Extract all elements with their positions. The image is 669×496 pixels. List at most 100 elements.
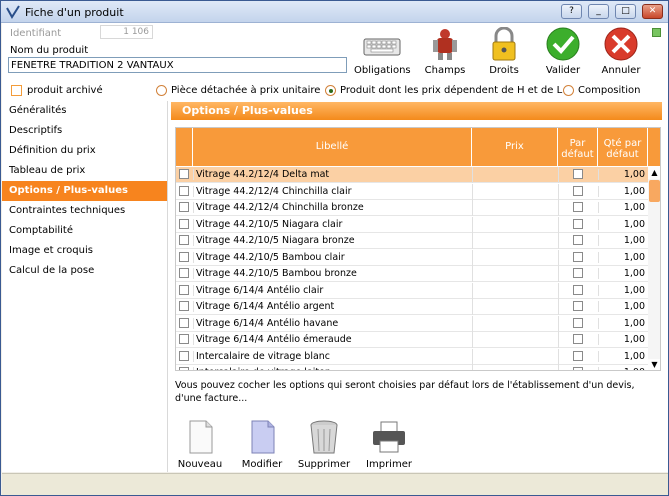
par-defaut-checkbox[interactable]	[573, 301, 583, 311]
table-row[interactable]: Vitrage 44.2/10/5 Bambou bronze 1,00	[176, 266, 648, 282]
row-prix[interactable]	[472, 348, 558, 365]
droits-button[interactable]: Droits	[476, 26, 532, 76]
par-defaut-header[interactable]: Par défaut	[558, 128, 598, 166]
row-prix[interactable]	[472, 365, 558, 370]
help-button[interactable]: ?	[561, 4, 582, 19]
radio-composition[interactable]: Composition	[563, 85, 640, 96]
table-row[interactable]: Intercalaire de vitrage laiton 1,00	[176, 365, 648, 370]
sidebar-item-definition-prix[interactable]: Définition du prix	[2, 141, 167, 161]
grid-scrollbar[interactable]: ▲ ▼	[648, 167, 660, 370]
sidebar-item-tableau-prix[interactable]: Tableau de prix	[2, 161, 167, 181]
par-defaut-checkbox[interactable]	[573, 235, 583, 245]
table-row[interactable]: Vitrage 6/14/4 Antélio argent 1,00	[176, 299, 648, 315]
row-qte[interactable]: 1,00	[598, 350, 646, 362]
par-defaut-checkbox[interactable]	[573, 169, 583, 179]
row-qte[interactable]: 1,00	[598, 235, 646, 246]
row-select-checkbox[interactable]	[179, 202, 189, 212]
table-row[interactable]: Vitrage 6/14/4 Antélio clair 1,00	[176, 282, 648, 299]
row-select-checkbox[interactable]	[179, 284, 189, 295]
par-defaut-checkbox[interactable]	[573, 268, 583, 278]
row-prix[interactable]	[472, 299, 558, 315]
row-qte[interactable]: 1,00	[598, 202, 646, 213]
table-row[interactable]: Vitrage 44.2/12/4 Chinchilla clair 1,00	[176, 183, 648, 200]
row-prix[interactable]	[472, 266, 558, 282]
row-prix[interactable]	[472, 332, 558, 348]
table-row[interactable]: Vitrage 44.2/10/5 Niagara bronze 1,00	[176, 233, 648, 249]
table-row[interactable]: Vitrage 6/14/4 Antélio émeraude 1,00	[176, 332, 648, 348]
scroll-up-icon[interactable]: ▲	[648, 167, 660, 179]
row-prix[interactable]	[472, 216, 558, 233]
row-qte[interactable]: 1,00	[598, 169, 646, 180]
par-defaut-checkbox[interactable]	[573, 367, 583, 370]
sidebar-item-descriptifs[interactable]: Descriptifs	[2, 121, 167, 141]
sidebar-item-image[interactable]: Image et croquis	[2, 241, 167, 261]
row-qte[interactable]: 1,00	[598, 284, 646, 296]
radio-prix-h-l[interactable]: Produit dont les prix dépendent de H et …	[325, 85, 562, 96]
row-prix[interactable]	[472, 200, 558, 216]
libelle-header[interactable]: Libellé	[193, 128, 472, 166]
modifier-button[interactable]: Modifier	[232, 419, 292, 470]
table-row[interactable]: Vitrage 44.2/12/4 Delta mat 1,00	[176, 167, 648, 183]
row-qte[interactable]: 1,00	[598, 268, 646, 279]
par-defaut-checkbox[interactable]	[573, 202, 583, 212]
supprimer-button[interactable]: Supprimer	[294, 419, 354, 470]
par-defaut-checkbox[interactable]	[573, 185, 583, 196]
row-select-checkbox[interactable]	[179, 268, 189, 278]
row-select-checkbox[interactable]	[179, 317, 189, 328]
nom-produit-input[interactable]	[8, 57, 347, 73]
row-select-checkbox[interactable]	[179, 301, 189, 311]
row-prix[interactable]	[472, 233, 558, 249]
qte-header[interactable]: Qté par défaut	[598, 128, 648, 166]
champs-button[interactable]: Champs	[417, 27, 473, 76]
valider-button[interactable]: Valider	[535, 27, 591, 76]
sidebar-item-contraintes[interactable]: Contraintes techniques	[2, 201, 167, 221]
nouveau-button[interactable]: Nouveau	[170, 419, 230, 470]
par-defaut-checkbox[interactable]	[573, 284, 583, 295]
table-row[interactable]: Vitrage 44.2/10/5 Bambou clair 1,00	[176, 249, 648, 266]
par-defaut-checkbox[interactable]	[573, 251, 583, 262]
obligations-button[interactable]: Obligations	[354, 27, 411, 76]
row-qte[interactable]: 1,00	[598, 301, 646, 312]
row-prix[interactable]	[472, 167, 558, 183]
row-prix[interactable]	[472, 315, 558, 332]
row-select-checkbox[interactable]	[179, 334, 189, 344]
table-row[interactable]: Intercalaire de vitrage blanc 1,00	[176, 348, 648, 365]
par-defaut-checkbox[interactable]	[573, 218, 583, 229]
row-select-checkbox[interactable]	[179, 235, 189, 245]
row-select-checkbox[interactable]	[179, 350, 189, 361]
row-qte[interactable]: 1,00	[598, 317, 646, 329]
maximize-button[interactable]: □	[615, 4, 636, 19]
row-qte[interactable]: 1,00	[598, 334, 646, 345]
row-select-checkbox[interactable]	[179, 367, 189, 370]
row-select-checkbox[interactable]	[179, 251, 189, 262]
row-select-checkbox[interactable]	[179, 218, 189, 229]
scroll-down-icon[interactable]: ▼	[648, 359, 660, 370]
sidebar-item-options[interactable]: Options / Plus-values	[2, 181, 167, 201]
close-button[interactable]: ✕	[642, 4, 663, 19]
row-qte[interactable]: 1,00	[598, 218, 646, 230]
row-prix[interactable]	[472, 183, 558, 200]
radio-piece-detachee[interactable]: Pièce détachée à prix unitaire	[156, 85, 320, 96]
sidebar-item-comptabilite[interactable]: Comptabilité	[2, 221, 167, 241]
minimize-button[interactable]: _	[588, 4, 609, 19]
sidebar-item-calcul-pose[interactable]: Calcul de la pose	[2, 261, 167, 281]
row-qte[interactable]: 1,00	[598, 185, 646, 197]
row-select-checkbox[interactable]	[179, 169, 189, 179]
row-prix[interactable]	[472, 282, 558, 299]
row-qte[interactable]: 1,00	[598, 367, 646, 370]
table-row[interactable]: Vitrage 44.2/12/4 Chinchilla bronze 1,00	[176, 200, 648, 216]
row-select-checkbox[interactable]	[179, 185, 189, 196]
produit-archive-checkbox[interactable]: produit archivé	[11, 85, 103, 96]
trash-icon[interactable]	[648, 128, 660, 166]
par-defaut-checkbox[interactable]	[573, 317, 583, 328]
prix-header[interactable]: Prix	[472, 128, 558, 166]
scroll-thumb[interactable]	[649, 180, 660, 202]
table-row[interactable]: Vitrage 6/14/4 Antélio havane 1,00	[176, 315, 648, 332]
table-row[interactable]: Vitrage 44.2/10/5 Niagara clair 1,00	[176, 216, 648, 233]
row-prix[interactable]	[472, 249, 558, 266]
sidebar-item-generalites[interactable]: Généralités	[2, 101, 167, 121]
row-qte[interactable]: 1,00	[598, 251, 646, 263]
imprimer-button[interactable]: Imprimer	[359, 419, 419, 470]
par-defaut-checkbox[interactable]	[573, 334, 583, 344]
par-defaut-checkbox[interactable]	[573, 350, 583, 361]
